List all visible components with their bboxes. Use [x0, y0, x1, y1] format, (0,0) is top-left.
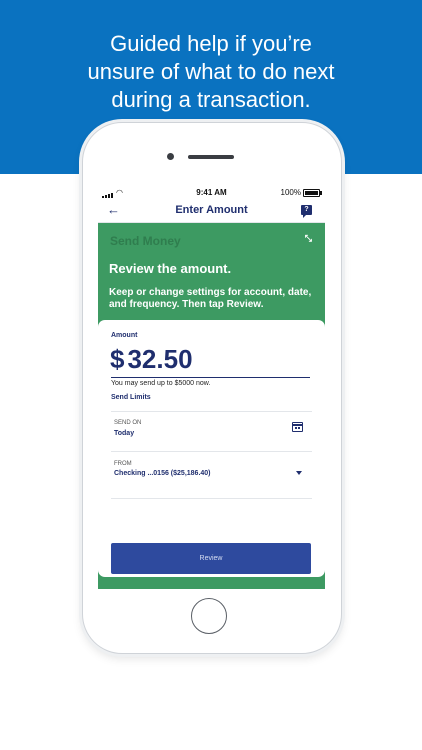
guide-title: Review the amount. [109, 261, 232, 276]
from-account-select[interactable]: Checking ...0156 ($25,186.40) [114, 470, 211, 477]
battery-icon [303, 189, 322, 197]
phone-home-button [191, 598, 227, 634]
divider [111, 451, 312, 452]
send-on-label: SEND ON [114, 420, 142, 426]
page-title: Enter Amount [175, 204, 248, 216]
amount-label: Amount [111, 332, 138, 339]
background-page-title: Send Money [110, 234, 181, 248]
phone-camera [167, 153, 174, 160]
amount-underline [111, 377, 310, 378]
nav-bar: ← Enter Amount ? [98, 198, 325, 223]
send-limits-link[interactable]: Send Limits [111, 394, 151, 401]
battery-percent: 100% [280, 188, 301, 197]
phone-speaker [188, 155, 234, 159]
amount-input[interactable]: $32.50 [110, 344, 193, 375]
headline-line-3: during a transaction. [111, 87, 311, 112]
limit-text: You may send up to $5000 now. [111, 380, 211, 387]
collapse-icon[interactable]: ⤡ [305, 233, 312, 244]
headline-line-2: unsure of what to do next [87, 59, 335, 84]
help-chat-icon[interactable]: ? [301, 205, 312, 218]
currency-symbol: $ [110, 344, 125, 374]
status-bar: ◠ 9:41 AM 100% [98, 186, 325, 198]
amount-value: 32.50 [127, 344, 193, 374]
review-button[interactable]: Review [111, 543, 311, 574]
divider [111, 411, 312, 412]
phone-screen: ◠ 9:41 AM 100% ← Enter Amount ? Send Mon… [98, 186, 325, 589]
promo-headline: Guided help if you’re unsure of what to … [0, 30, 422, 114]
from-label: FROM [114, 461, 132, 467]
send-on-value[interactable]: Today [114, 430, 134, 437]
chevron-down-icon[interactable] [296, 471, 302, 475]
divider [111, 498, 312, 499]
calendar-icon[interactable] [292, 422, 303, 432]
headline-line-1: Guided help if you’re [110, 31, 312, 56]
amount-form-card: Amount $32.50 You may send up to $5000 n… [98, 320, 325, 577]
guided-help-overlay: Send Money ⤡ Review the amount. Keep or … [98, 223, 325, 589]
guide-text: Keep or change settings for account, dat… [109, 287, 312, 310]
